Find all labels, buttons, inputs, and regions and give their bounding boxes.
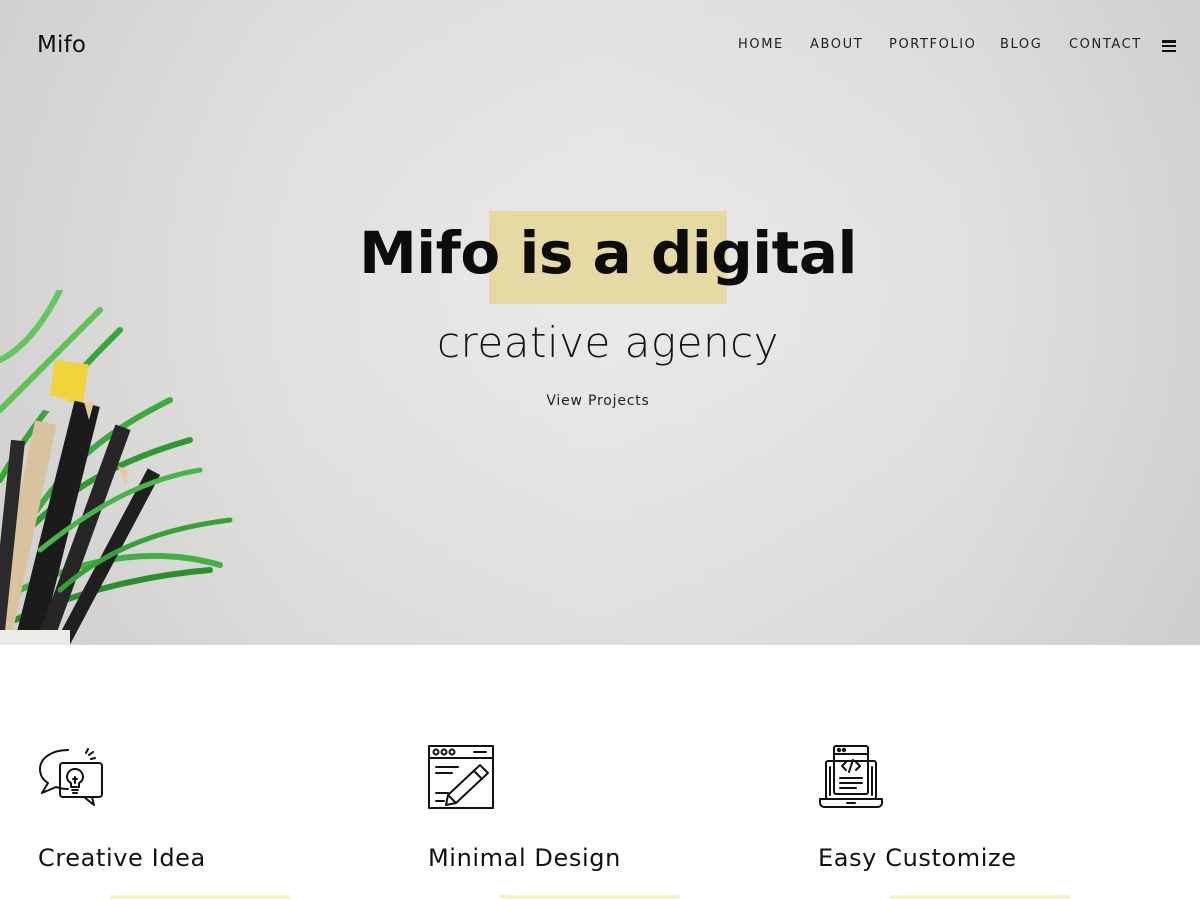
hero-section: Mifo HOME ABOUT PORTFOLIO BLOG CONTACT M… [0,0,1200,645]
feature-underline [110,895,290,899]
nav-item-portfolio[interactable]: PORTFOLIO [889,37,977,52]
nav-item-contact[interactable]: CONTACT [1069,37,1142,52]
feature-title: Minimal Design [428,844,621,872]
main-nav: HOME ABOUT PORTFOLIO BLOG CONTACT [0,35,1200,57]
nav-item-blog[interactable]: BLOG [1000,37,1042,52]
nav-item-about[interactable]: ABOUT [810,37,863,52]
feature-creative-idea: Creative Idea [38,645,368,900]
hero-subheadline: creative agency [436,318,780,367]
browser-pencil-icon [428,745,494,809]
nav-item-home[interactable]: HOME [738,35,784,53]
hamburger-menu-icon[interactable] [1162,40,1176,53]
laptop-code-icon [819,745,883,808]
feature-underline [500,895,680,899]
feature-title: Easy Customize [818,844,1017,872]
feature-title: Creative Idea [38,844,206,872]
idea-chat-bubbles-icon [39,748,103,806]
feature-underline [890,895,1070,899]
view-projects-link[interactable]: View Projects [0,393,1196,409]
hero-headline: Mifo is a digital [359,219,857,287]
feature-easy-customize: Easy Customize [818,645,1148,900]
feature-minimal-design: Minimal Design [428,645,758,900]
features-section: Creative Idea Minimal Design Easy Custom… [0,645,1200,900]
